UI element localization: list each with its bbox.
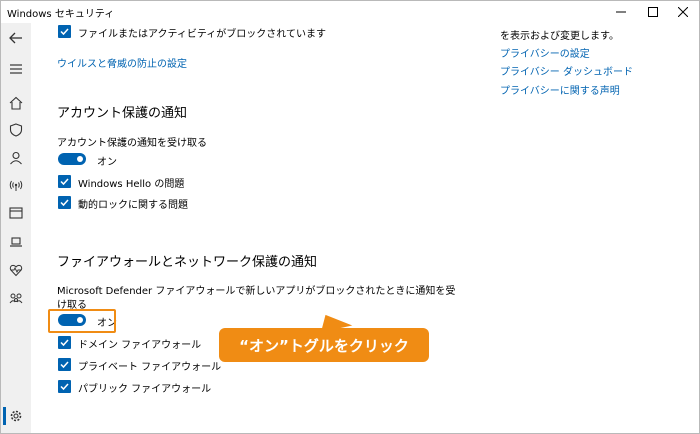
checkmark-icon [60, 28, 69, 36]
checkbox-dynamic-lock-label: 動的ロックに関する問題 [78, 200, 188, 211]
checkmark-icon [60, 383, 69, 391]
checkbox-dynamic-lock[interactable] [58, 196, 71, 209]
minimize-icon [616, 11, 626, 13]
account-toggle-state-label: オン [97, 157, 117, 168]
menu-button[interactable] [7, 60, 25, 78]
nav-firewall[interactable] [7, 176, 25, 194]
nav-account-protection[interactable] [7, 149, 25, 167]
checkbox-public-firewall[interactable] [58, 380, 71, 393]
nav-device-performance[interactable] [7, 261, 25, 279]
checkbox-windows-hello[interactable] [58, 175, 71, 188]
privacy-description: を表示および変更します。 [500, 31, 619, 42]
firewall-description-line1: Microsoft Defender ファイアウォールで新しいアプリがブロックさ… [57, 286, 456, 297]
privacy-statement-link[interactable]: プライバシーに関する声明 [500, 82, 620, 97]
firewall-notification-heading: ファイアウォールとネットワーク保護の通知 [57, 255, 318, 270]
checkmark-icon [60, 178, 69, 186]
instruction-callout: “オン”トグルをクリック [219, 328, 429, 362]
nav-family-options[interactable] [7, 289, 25, 307]
checkmark-icon [60, 339, 69, 347]
checkbox-file-blocked[interactable] [58, 25, 71, 38]
maximize-icon [648, 7, 658, 17]
privacy-dashboard-link[interactable]: プライバシー ダッシュボード [500, 63, 633, 78]
close-button[interactable] [667, 1, 699, 23]
shield-icon [9, 123, 23, 137]
person-icon [10, 151, 22, 165]
virus-settings-link[interactable]: ウイルスと脅威の防止の設定 [57, 55, 187, 70]
account-notification-toggle[interactable] [58, 153, 86, 165]
checkbox-windows-hello-label: Windows Hello の問題 [78, 179, 185, 190]
hamburger-menu-icon [10, 64, 22, 74]
checkbox-domain-firewall-label: ドメイン ファイアウォール [78, 340, 202, 351]
nav-device-security[interactable] [7, 233, 25, 251]
checkbox-public-firewall-label: パブリック ファイアウォール [78, 384, 212, 395]
account-receive-label: アカウント保護の通知を受け取る [57, 138, 207, 149]
main-content: ファイルまたはアクティビティがブロックされています ウイルスと脅威の防止の設定 … [31, 23, 699, 433]
window-title: Windows セキュリティ [7, 9, 115, 20]
nav-app-browser[interactable] [7, 204, 25, 222]
home-icon [9, 96, 23, 110]
sidebar [1, 23, 31, 433]
checkmark-icon [60, 199, 69, 207]
close-icon [678, 7, 688, 17]
callout-text: “オン”トグルをクリック [239, 336, 409, 355]
checkbox-file-blocked-label: ファイルまたはアクティビティがブロックされています [78, 29, 326, 40]
laptop-icon [10, 237, 22, 247]
gear-icon [10, 410, 22, 422]
nav-virus-protection[interactable] [7, 121, 25, 139]
checkmark-icon [60, 361, 69, 369]
app-window-icon [9, 207, 23, 219]
maximize-button[interactable] [637, 1, 669, 23]
toggle-knob [77, 156, 83, 162]
toggle-highlight-box [48, 309, 116, 333]
back-button[interactable] [7, 29, 25, 47]
wifi-antenna-icon [9, 180, 23, 191]
title-bar: Windows セキュリティ [1, 1, 699, 23]
back-arrow-icon [9, 32, 22, 44]
checkbox-private-firewall[interactable] [58, 358, 71, 371]
family-icon [9, 293, 23, 304]
heart-pulse-icon [9, 264, 23, 277]
app-window: Windows セキュリティ ファイルまたはアクティビティがブロックされています… [0, 0, 700, 434]
active-nav-indicator [3, 407, 6, 425]
nav-home[interactable] [7, 94, 25, 112]
account-protection-heading: アカウント保護の通知 [57, 106, 188, 121]
minimize-button[interactable] [605, 1, 637, 23]
checkbox-domain-firewall[interactable] [58, 336, 71, 349]
privacy-settings-link[interactable]: プライバシーの設定 [500, 45, 590, 60]
nav-settings[interactable] [7, 407, 25, 425]
checkbox-private-firewall-label: プライベート ファイアウォール [78, 362, 222, 373]
